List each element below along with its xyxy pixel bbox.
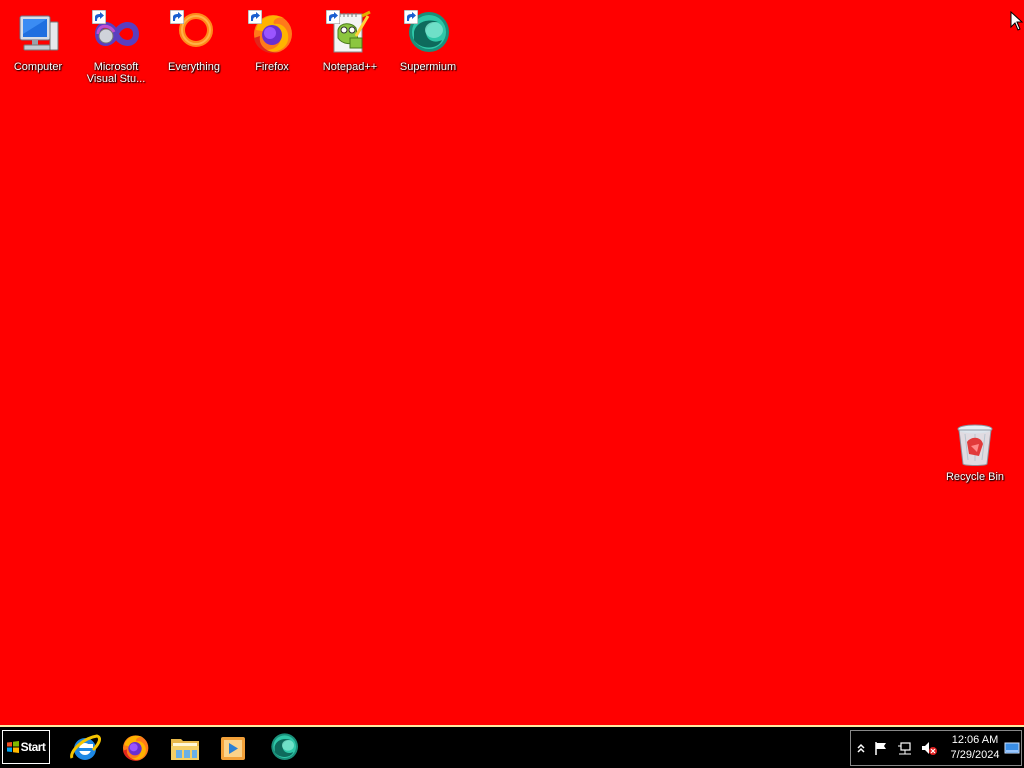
- taskbar-app-supermium[interactable]: [266, 731, 302, 765]
- visual-studio-icon: [92, 10, 140, 58]
- desktop-icon-visual-studio[interactable]: Microsoft Visual Stu...: [78, 4, 154, 85]
- desktop-icon-label: Supermium: [399, 61, 457, 73]
- start-button[interactable]: Start: [2, 730, 50, 764]
- shortcut-arrow-icon: [326, 10, 340, 24]
- shortcut-arrow-icon: [248, 10, 262, 24]
- show-hidden-icons-icon[interactable]: [853, 740, 869, 756]
- taskbar: Start 12:06 AM 7/29/2024: [0, 725, 1024, 768]
- action-center-flag-icon[interactable]: [873, 740, 889, 756]
- desktop-icon-label: Recycle Bin: [945, 471, 1005, 483]
- taskbar-app-firefox[interactable]: [117, 731, 153, 765]
- desktop-icon-label: Microsoft Visual Stu...: [86, 61, 146, 85]
- shortcut-arrow-icon: [404, 10, 418, 24]
- clock-date: 7/29/2024: [950, 749, 1000, 761]
- desktop-icon-notepad-plus-plus[interactable]: Notepad++: [312, 4, 388, 73]
- desktop-icon-label: Notepad++: [322, 61, 378, 73]
- mouse-cursor-icon: [1010, 11, 1024, 31]
- shortcut-arrow-icon: [170, 10, 184, 24]
- system-tray: 12:06 AM 7/29/2024: [850, 730, 1022, 766]
- windows-logo-icon: [6, 741, 19, 753]
- supermium-icon: [404, 10, 452, 58]
- desktop[interactable]: Computer Microsoft Visual Stu... Everyth…: [0, 0, 1024, 725]
- file-explorer-icon: [171, 739, 199, 760]
- desktop-icon-firefox[interactable]: Firefox: [234, 4, 310, 73]
- desktop-icon-supermium[interactable]: Supermium: [390, 4, 466, 73]
- media-player-icon: [221, 737, 245, 760]
- start-button-label: Start: [20, 740, 46, 754]
- volume-muted-icon[interactable]: [921, 740, 937, 756]
- recycle-bin-icon: [951, 420, 999, 468]
- desktop-icon-recycle-bin[interactable]: Recycle Bin: [937, 414, 1013, 483]
- internet-explorer-icon: [70, 734, 101, 760]
- firefox-icon: [248, 10, 296, 58]
- clock-time: 12:06 AM: [951, 734, 999, 746]
- notepad-plus-plus-icon: [326, 10, 374, 58]
- desktop-icon-computer[interactable]: Computer: [0, 4, 76, 73]
- computer-icon: [14, 10, 62, 58]
- desktop-icon-label: Everything: [168, 61, 220, 73]
- show-desktop-icon[interactable]: [1004, 741, 1020, 757]
- desktop-icon-everything[interactable]: Everything: [156, 4, 232, 73]
- taskbar-app-file-explorer[interactable]: [167, 731, 203, 765]
- supermium-icon: [271, 733, 298, 760]
- desktop-icon-label: Computer: [13, 61, 63, 73]
- shortcut-arrow-icon: [92, 10, 106, 24]
- firefox-icon: [123, 735, 149, 761]
- desktop-icon-label: Firefox: [255, 61, 289, 73]
- clock[interactable]: 12:06 AM 7/29/2024: [945, 733, 1005, 763]
- network-icon[interactable]: [897, 740, 913, 756]
- everything-icon: [170, 10, 218, 58]
- taskbar-app-media-player[interactable]: [215, 731, 251, 765]
- taskbar-app-internet-explorer[interactable]: [67, 731, 103, 765]
